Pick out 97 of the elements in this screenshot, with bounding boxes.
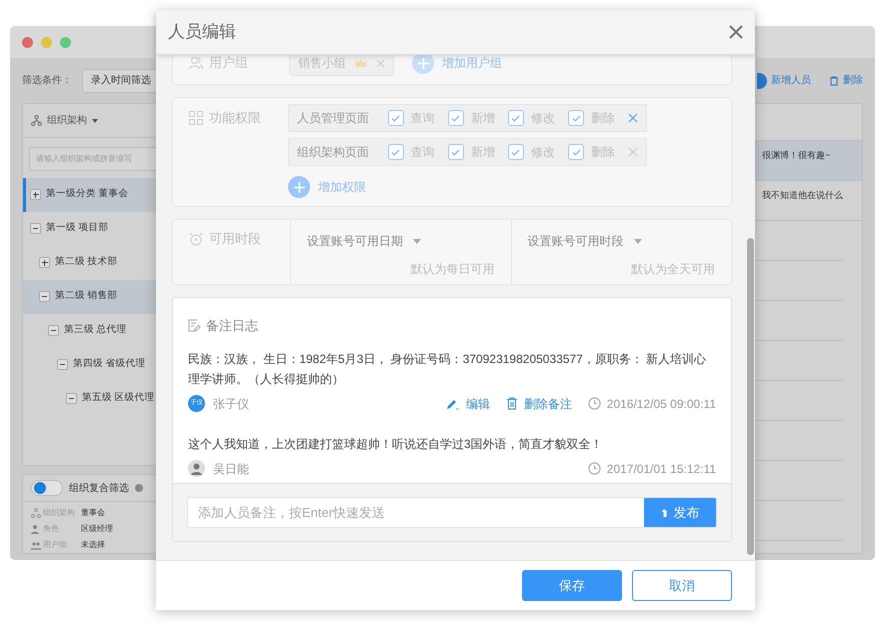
timestamp: 2017/01/01 15:12:11 [606, 460, 716, 478]
close-icon[interactable] [729, 25, 743, 39]
note-input[interactable]: 添加人员备注，按Enter快速发送 发布 [187, 497, 717, 528]
hint-text: 默认为每日可用 [410, 261, 494, 278]
check-icon [451, 114, 460, 122]
publish-button[interactable]: 发布 [644, 498, 716, 527]
dialog-title: 人员编辑 [168, 21, 236, 44]
filter-key: 用户组 [41, 539, 81, 551]
checkbox[interactable] [568, 110, 584, 126]
clock-icon [588, 462, 601, 475]
alarm-clock-icon [189, 232, 203, 246]
tree-item[interactable]: 第四级 省级代理 [23, 348, 171, 382]
caret-icon [413, 238, 421, 244]
note-edit-icon [188, 319, 201, 332]
section-label: 可用时段 [209, 232, 261, 246]
filter-key: 角色 [41, 523, 81, 535]
note-text: 民族：汉族， 生日：1982年5月3日， 身份证号码：370923198205033577，原职务： 新人培训心理学讲师。（人长得挺帅的） [188, 350, 708, 388]
grid-icon [189, 111, 203, 125]
table-cell-text: 我不知道他在说什么 [762, 189, 844, 202]
expand-toggle[interactable] [48, 325, 59, 336]
clock-icon [588, 397, 601, 410]
delete-note-link[interactable]: 删除备注 [506, 394, 572, 412]
expand-toggle[interactable] [39, 291, 50, 302]
caret-icon [92, 118, 98, 122]
section-label: 功能权限 [209, 109, 261, 128]
tree-item[interactable]: 第一级 项目部 [23, 212, 171, 246]
cancel-button[interactable]: 取消 [632, 570, 732, 601]
check-icon [572, 148, 581, 156]
tree-label: 第三级 总代理 [64, 323, 127, 338]
toggle-switch[interactable] [31, 480, 63, 496]
expand-toggle[interactable] [30, 189, 41, 200]
author-name: 张子仪 [213, 396, 249, 412]
tree-label: 第五级 区级代理 [82, 391, 155, 406]
author-name: 吴日能 [213, 460, 249, 478]
filter-value: 未选择 [81, 539, 105, 551]
tree-item[interactable]: 第三级 总代理 [23, 314, 171, 348]
check-icon [572, 114, 581, 122]
note-text: 这个人我知道，上次团建打篮球超帅！听说还自学过3国外语，简直才貌双全！ [188, 436, 604, 452]
check-icon [391, 114, 400, 122]
tree-label: 第四级 省级代理 [73, 357, 146, 372]
hint-text: 默认为全天可用 [631, 261, 715, 278]
caret-icon [634, 238, 642, 244]
add-permission-link[interactable]: 增加权限 [318, 178, 366, 196]
dropdown[interactable]: 设置账号可用时段 [528, 232, 715, 250]
check-icon [511, 114, 520, 122]
trash-icon [829, 76, 839, 86]
filter-value: 区级经理 [81, 523, 113, 535]
hierarchy-icon [31, 508, 41, 518]
page-name: 组织架构页面 [297, 144, 370, 161]
filter-title: 组织复合筛选 [69, 482, 129, 496]
checkbox[interactable] [388, 144, 404, 160]
tree-item[interactable]: 第二级 技术部 [23, 246, 171, 280]
dropdown[interactable]: 设置账号可用日期 [307, 232, 494, 250]
checkbox[interactable] [508, 144, 524, 160]
timestamp: 2016/12/05 09:00:11 [606, 396, 716, 412]
tree-label: 第二级 技术部 [55, 255, 118, 270]
tree-item[interactable]: 第五级 区级代理 [23, 382, 171, 416]
save-button[interactable]: 保存 [522, 570, 622, 601]
users-icon [189, 56, 203, 70]
checkbox[interactable] [568, 144, 584, 160]
remove-icon[interactable] [376, 58, 385, 68]
page-name: 人员管理页面 [297, 110, 370, 127]
panel-title[interactable]: 组织架构 [47, 113, 87, 128]
table-cell-text: 很渊博！很有趣~ [762, 149, 832, 162]
notes-title: 备注日志 [206, 317, 258, 335]
delete-link[interactable]: 删除 [829, 73, 863, 88]
filter-label: 筛选条件： [22, 74, 72, 88]
remove-icon[interactable] [628, 113, 638, 123]
checkbox[interactable] [508, 110, 524, 126]
checkbox[interactable] [448, 110, 464, 126]
remove-icon[interactable] [628, 147, 638, 157]
hierarchy-icon [31, 115, 42, 126]
avatar [188, 460, 205, 477]
check-icon [391, 148, 400, 156]
add-person-link[interactable]: 新增人员 [757, 72, 811, 88]
checkbox[interactable] [448, 144, 464, 160]
check-icon [511, 148, 520, 156]
edit-link[interactable]: 编辑 [446, 394, 490, 412]
expand-toggle[interactable] [66, 393, 77, 404]
tree-label: 第一级分类 董事会 [46, 187, 129, 202]
trash-icon [506, 397, 518, 410]
scrollbar-thumb[interactable] [747, 238, 754, 555]
check-icon [451, 148, 460, 156]
person-icon [31, 524, 41, 534]
expand-toggle[interactable] [30, 223, 41, 234]
group-icon [31, 540, 41, 550]
tree-label: 第一级 项目部 [46, 221, 109, 236]
filter-key: 组织架构 [41, 507, 81, 519]
checkbox[interactable] [388, 110, 404, 126]
expand-toggle[interactable] [57, 359, 68, 370]
filter-value: 董事会 [81, 507, 105, 519]
return-arrow-icon [660, 508, 670, 518]
info-icon [135, 484, 143, 492]
pencil-icon [446, 398, 460, 410]
tree-label: 第二级 销售部 [55, 289, 118, 304]
add-group-link[interactable]: 增加用户组 [442, 55, 502, 72]
expand-toggle[interactable] [39, 257, 50, 268]
